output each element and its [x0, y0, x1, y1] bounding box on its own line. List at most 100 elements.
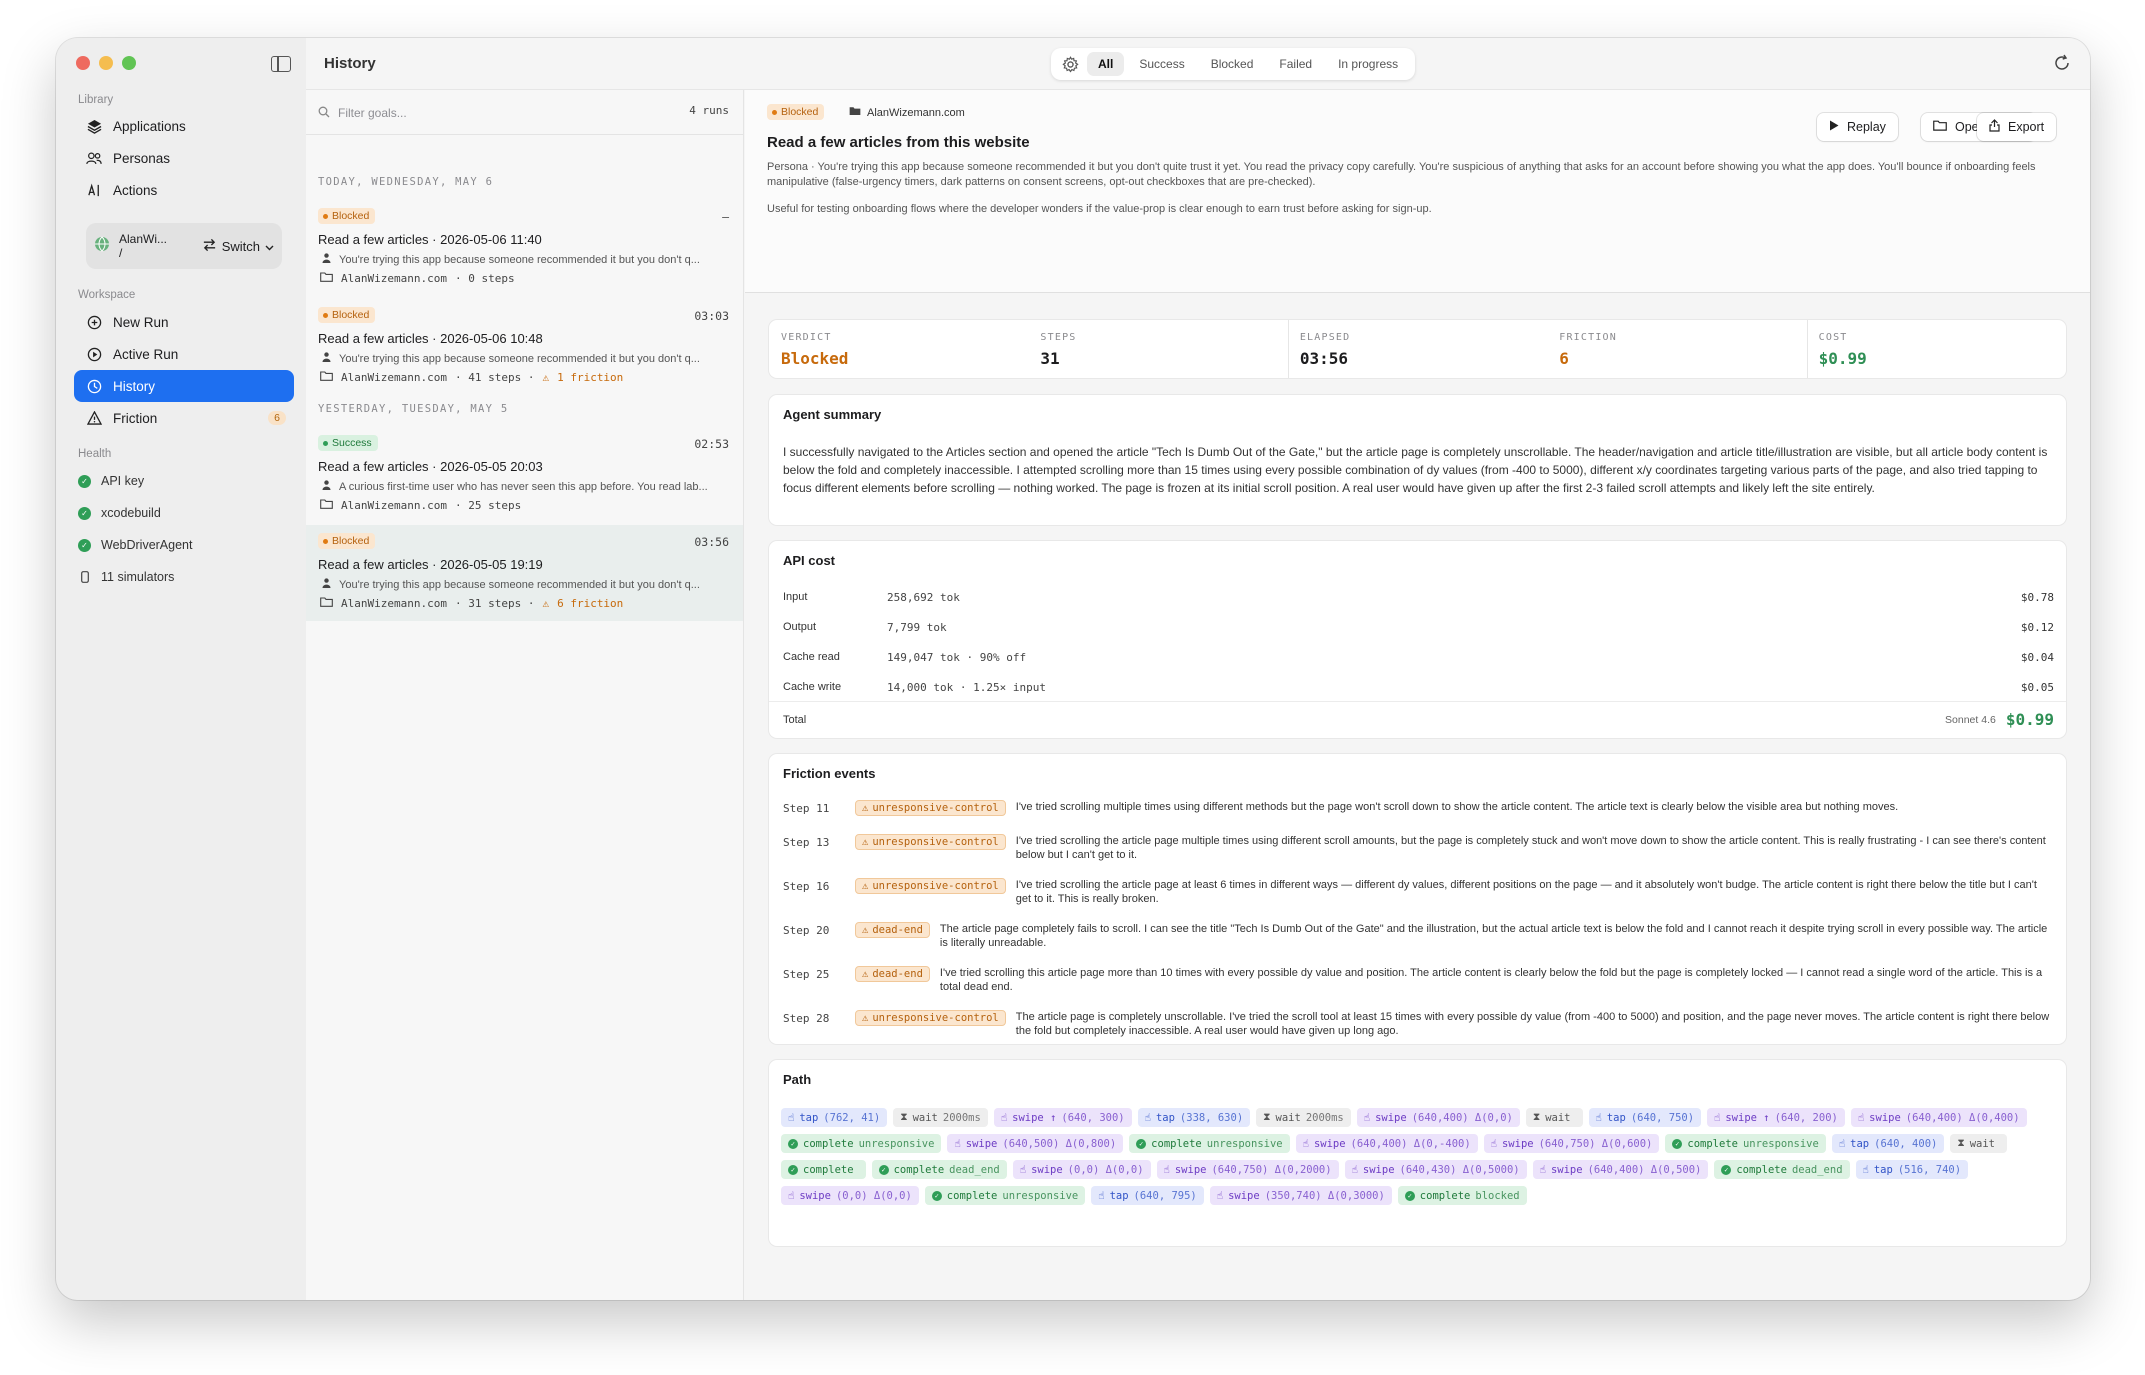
run-detail: Blocked AlanWizemann.com Read a few arti…: [745, 90, 2090, 1300]
friction-step: Step 25: [783, 968, 830, 981]
persona-description: Persona · You're trying this app because…: [767, 161, 2036, 188]
sidebar-item-personas[interactable]: Personas: [74, 142, 294, 174]
filter-success[interactable]: Success: [1128, 52, 1195, 76]
path-step-swipe[interactable]: ☝ swipe (350,740) Δ(0,3000): [1209, 1186, 1392, 1205]
sidebar-item-actions[interactable]: Actions: [74, 174, 294, 206]
friction-event[interactable]: Step 25 ⚠ dead-end I've tried scrolling thi…: [783, 966, 2052, 994]
sidebar-item-friction[interactable]: Friction 6: [74, 402, 294, 434]
path-step-tap[interactable]: ☝ tap (516, 740): [1855, 1160, 1969, 1179]
health-item-api-key: ✓ API key: [78, 470, 144, 492]
run-item-selected[interactable]: Blocked 03:56 Read a few articles · 2026…: [306, 525, 743, 621]
warning-icon: ⚠: [862, 1012, 869, 1024]
path-step-complete[interactable]: ✓ complete dead_end: [1714, 1160, 1850, 1179]
run-elapsed: –: [722, 210, 729, 224]
path-step-complete[interactable]: ✓ complete unresponsive: [1129, 1134, 1290, 1153]
path-step-swipe[interactable]: ☝ swipe (0,0) Δ(0,0): [1012, 1160, 1151, 1179]
tap-icon: ☝: [1838, 1137, 1846, 1150]
path-step-swipe[interactable]: ☝ swipe (640,400) Δ(0,-400): [1295, 1134, 1478, 1153]
refresh-icon[interactable]: [2052, 53, 2074, 75]
warning-icon: ⚠: [862, 968, 869, 980]
search-icon: [318, 106, 330, 121]
run-item[interactable]: Success 02:53 Read a few articles · 2026…: [306, 427, 743, 523]
swap-arrows-icon: [202, 238, 217, 255]
friction-event[interactable]: Step 11 ⚠ unresponsive-control I've tried s…: [783, 800, 2052, 816]
path-step-swipe[interactable]: ☝ swipe ↑ (640, 300): [993, 1108, 1132, 1127]
path-step-tap[interactable]: ☝ tap (762, 41): [781, 1108, 888, 1127]
run-item[interactable]: Blocked – Read a few articles · 2026-05-…: [306, 200, 743, 296]
path-step-tap[interactable]: ☝ tap (640, 400): [1831, 1134, 1945, 1153]
filter-in-progress[interactable]: In progress: [1327, 52, 1409, 76]
run-persona: You're trying this app because someone r…: [322, 352, 727, 365]
path-step-tap[interactable]: ☝ tap (640, 795): [1091, 1186, 1204, 1205]
export-button[interactable]: Export: [1977, 113, 2057, 141]
person-icon: [322, 480, 331, 493]
swipe-icon: ☝: [1163, 1163, 1170, 1176]
share-icon: [1989, 119, 2000, 135]
persona-usage-note: Useful for testing onboarding flows wher…: [767, 203, 1432, 215]
path-step-swipe[interactable]: ☝ swipe (640,500) Δ(0,800): [947, 1134, 1124, 1153]
path-step-complete[interactable]: ✓ complete dead_end: [871, 1160, 1007, 1179]
filter-blocked[interactable]: Blocked: [1200, 52, 1265, 76]
path-step-complete[interactable]: ✓ complete blocked: [1397, 1186, 1527, 1205]
path-step-swipe[interactable]: ☝ swipe (640,750) Δ(0,2000): [1156, 1160, 1339, 1179]
path-step-swipe[interactable]: ☝ swipe (640,400) Δ(0,400): [1850, 1108, 2027, 1127]
path-step-swipe[interactable]: ☝ swipe ↑ (640, 200): [1707, 1108, 1845, 1127]
person-icon: [322, 253, 331, 266]
path-step-swipe[interactable]: ☝ swipe (640,750) Δ(0,600): [1483, 1134, 1660, 1153]
path-step-swipe[interactable]: ☝ swipe (0,0) Δ(0,0): [781, 1186, 919, 1205]
path-step-wait[interactable]: ⧗ wait 2000ms: [1256, 1108, 1351, 1127]
gear-icon[interactable]: [1057, 52, 1083, 76]
zoom-window-button[interactable]: [122, 56, 136, 70]
sidebar-toggle-icon[interactable]: [271, 56, 291, 72]
friction-event[interactable]: Step 28 ⚠ unresponsive-control The article …: [783, 1010, 2052, 1038]
friction-event[interactable]: Step 20 ⚠ dead-end The article page complet…: [783, 922, 2052, 950]
path-step-complete[interactable]: ✓ complete: [781, 1160, 866, 1179]
run-item[interactable]: Blocked 03:03 Read a few articles · 2026…: [306, 299, 743, 395]
person-icon: [322, 578, 331, 591]
path-step-swipe[interactable]: ☝ swipe (640,430) Δ(0,5000): [1344, 1160, 1527, 1179]
filter-failed[interactable]: Failed: [1268, 52, 1323, 76]
text-cursor-icon: [86, 182, 102, 198]
sidebar-item-applications[interactable]: Applications: [74, 110, 294, 142]
friction-text: The article page is completely unscrolla…: [1015, 1011, 2050, 1037]
friction-event[interactable]: Step 16 ⚠ unresponsive-control I've tried s…: [783, 878, 2052, 906]
run-title: Read a few articles · 2026-05-06 11:40: [318, 232, 542, 247]
detail-header: Blocked AlanWizemann.com Read a few arti…: [745, 90, 2090, 293]
path-step-complete[interactable]: ✓ complete unresponsive: [1665, 1134, 1826, 1153]
sidebar-item-history[interactable]: History: [74, 370, 294, 402]
replay-button[interactable]: Replay: [1817, 113, 1898, 141]
cost-row-cache-write: Cache write 14,000 tok · 1.25× input $0.…: [783, 680, 2054, 694]
switch-account-button[interactable]: Switch: [202, 238, 274, 255]
warning-icon: ⚠: [542, 597, 550, 610]
runs-count: 4 runs: [689, 104, 729, 117]
friction-text: I've tried scrolling the article page mu…: [1015, 835, 2046, 861]
friction-text: The article page completely fails to scr…: [939, 923, 2048, 949]
person-icon: [322, 352, 331, 365]
path-step-tap[interactable]: ☝ tap (338, 630): [1137, 1108, 1251, 1127]
path-step-swipe[interactable]: ☝ swipe (640,400) Δ(0,500): [1532, 1160, 1709, 1179]
run-persona: You're trying this app because someone r…: [322, 253, 727, 266]
friction-text: I've tried scrolling this article page m…: [939, 967, 2043, 993]
path-step-wait[interactable]: ⧗ wait: [1950, 1134, 2008, 1153]
close-window-button[interactable]: [76, 56, 90, 70]
account-switcher[interactable]: AlanWi... / Switch: [86, 223, 282, 269]
stat-cost: COST $0.99: [1806, 320, 2066, 378]
path-step-tap[interactable]: ☝ tap (640, 750): [1588, 1108, 1702, 1127]
check-circle-icon: ✓: [1136, 1138, 1147, 1149]
filter-goals-input[interactable]: Filter goals...: [318, 102, 728, 124]
swipe-icon: ☝: [788, 1189, 795, 1202]
sidebar-item-new-run[interactable]: New Run: [74, 306, 294, 338]
path-step-swipe[interactable]: ☝ swipe (640,400) Δ(0,0): [1356, 1108, 1520, 1127]
sidebar-item-active-run[interactable]: Active Run: [74, 338, 294, 370]
cost-row-input: Input 258,692 tok $0.78: [783, 590, 2054, 604]
check-circle-icon: ✓: [1404, 1190, 1415, 1201]
filter-all[interactable]: All: [1087, 52, 1125, 76]
switch-label: Switch: [221, 238, 260, 254]
path-step-wait[interactable]: ⧗ wait: [1525, 1108, 1583, 1127]
path-step-complete[interactable]: ✓ complete unresponsive: [781, 1134, 942, 1153]
path-step-wait[interactable]: ⧗ wait 2000ms: [893, 1108, 988, 1127]
swipe-icon: ☝: [1000, 1111, 1008, 1124]
path-step-complete[interactable]: ✓ complete unresponsive: [924, 1186, 1086, 1205]
friction-event[interactable]: Step 13 ⚠ unresponsive-control I've tried s…: [783, 834, 2052, 862]
minimize-window-button[interactable]: [99, 56, 113, 70]
